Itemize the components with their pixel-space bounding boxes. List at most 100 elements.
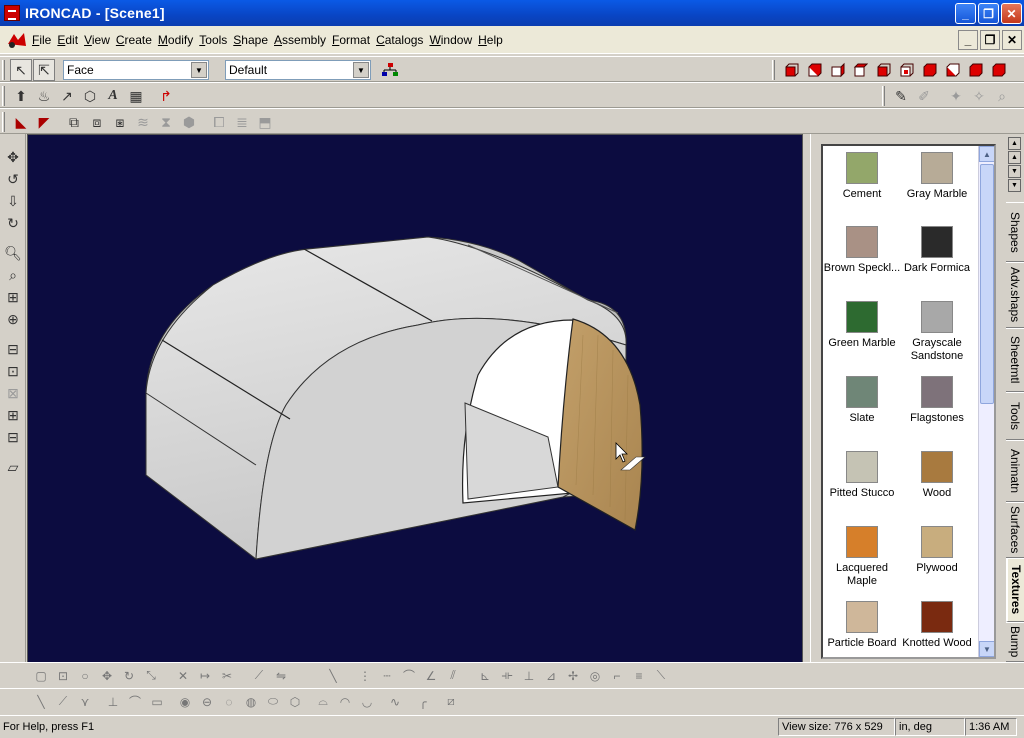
text-icon[interactable]: A [102, 85, 124, 107]
camera-restore-icon[interactable]: ⊟ [1, 426, 25, 448]
teardrop-trailer-model[interactable] [28, 135, 803, 663]
sketch-offset-icon[interactable]: ⟋ [248, 666, 270, 686]
mdi-minimize-button[interactable]: _ [958, 30, 978, 50]
sketch-circle-icon[interactable]: ○ [74, 666, 96, 686]
texture-item[interactable]: Wood [897, 451, 977, 500]
camera-save-icon[interactable]: ⊞ [1, 404, 25, 426]
spin-icon[interactable]: ♨ [33, 85, 55, 107]
menu-assembly[interactable]: Assembly [274, 33, 332, 47]
menu-create[interactable]: Create [116, 33, 158, 47]
sketch-mirror-icon[interactable]: ⇋ [270, 666, 292, 686]
boolean-icon[interactable]: ⬒ [254, 111, 276, 133]
draw-polygon-icon[interactable]: ⬡ [284, 692, 306, 712]
sketch-trim-icon[interactable]: ✂ [216, 666, 238, 686]
view-front-icon[interactable] [780, 59, 802, 81]
draw-arc-3pt-icon[interactable]: ◡ [356, 692, 378, 712]
sketch-tangent-icon[interactable]: ⌒ [398, 666, 420, 686]
select-part-icon[interactable]: ⇱ [33, 59, 55, 81]
draw-rectangle-icon[interactable]: ▭ [146, 692, 168, 712]
draw-circle-2pt-icon[interactable]: ⊖ [196, 692, 218, 712]
sketch-vdim-icon[interactable]: ⊥ [518, 666, 540, 686]
ironcad-app-icon[interactable] [4, 5, 20, 21]
draw-angle-line-icon[interactable]: ⋎ [74, 692, 96, 712]
loft-icon[interactable]: ⬡ [79, 85, 101, 107]
sketch-rect-icon[interactable]: ⊡ [52, 666, 74, 686]
texture-item[interactable]: Brown Speckl... [823, 226, 902, 275]
deform-icon[interactable]: ⬢ [178, 111, 200, 133]
sketch-dim-icon[interactable]: ⊾ [474, 666, 496, 686]
draw-arc-icon[interactable]: ⌓ [312, 692, 334, 712]
menu-modify[interactable]: Modify [158, 33, 199, 47]
chevron-down-icon[interactable]: ▼ [353, 62, 369, 78]
draw-circle-tangent-icon[interactable]: ◍ [240, 692, 262, 712]
menu-window[interactable]: Window [429, 33, 478, 47]
eyedropper-icon[interactable]: ✎ [890, 85, 912, 107]
chamfer-icon[interactable]: ◤ [33, 111, 55, 133]
draw-line-icon[interactable]: ╲ [30, 692, 52, 712]
move-view-icon[interactable]: ⇩ [1, 190, 25, 212]
zoom-window-icon[interactable]: ⌕ [1, 264, 25, 286]
scene-viewport[interactable] [27, 134, 803, 663]
menu-help[interactable]: Help [478, 33, 509, 47]
sweep-icon[interactable]: ↗ [56, 85, 78, 107]
texture-item[interactable]: Cement [823, 152, 902, 201]
sketch-rotate-icon[interactable]: ↻ [118, 666, 140, 686]
scrollbar-thumb[interactable] [980, 164, 994, 404]
texture-item[interactable]: Pitted Stucco [823, 451, 902, 500]
sketch-delete-icon[interactable]: ✕ [172, 666, 194, 686]
draw-circle-3pt-icon[interactable]: ◌ [218, 692, 240, 712]
sketch-angle-icon[interactable]: ∠ [420, 666, 442, 686]
sketch-dash-icon[interactable]: ┄ [376, 666, 398, 686]
view-back-icon[interactable] [803, 59, 825, 81]
camera-icon[interactable]: ⌕ [991, 85, 1013, 107]
style-dropdown[interactable]: Default ▼ [225, 60, 371, 80]
face-draft-icon[interactable]: ⧆ [109, 111, 131, 133]
pattern-icon[interactable]: ⧠ [208, 111, 230, 133]
tab-textures[interactable]: Textures [1006, 558, 1024, 622]
texture-item[interactable]: Particle Board [823, 601, 902, 650]
document-icon[interactable] [6, 30, 28, 50]
sketch-slant-icon[interactable]: ⟍ [650, 666, 672, 686]
orbit-icon[interactable]: ↺ [1, 168, 25, 190]
texture-catalog-list[interactable]: Cement Gray Marble Brown Speckl... Dark For… [821, 144, 996, 659]
tab-scroll-last-icon[interactable]: ▼ [1008, 179, 1021, 192]
menu-shape[interactable]: Shape [233, 33, 274, 47]
paint-brush-icon[interactable]: ✐ [913, 85, 935, 107]
texture-item[interactable]: Flagstones [897, 376, 977, 425]
tab-tools[interactable]: Tools [1006, 392, 1024, 440]
camera-position-icon[interactable]: ⊡ [1, 360, 25, 382]
view-bottom-icon[interactable] [895, 59, 917, 81]
menu-format[interactable]: Format [332, 33, 376, 47]
tab-animation[interactable]: Animatn [1006, 440, 1024, 502]
menu-edit[interactable]: Edit [57, 33, 84, 47]
menu-tools[interactable]: Tools [199, 33, 233, 47]
draw-fillet-icon[interactable]: ╭ [412, 692, 434, 712]
light-icon[interactable]: ✦ [945, 85, 967, 107]
view-top-icon[interactable] [872, 59, 894, 81]
sketch-target-icon[interactable]: ◎ [584, 666, 606, 686]
restore-button[interactable]: ❐ [978, 3, 999, 24]
spotlight-icon[interactable]: ✧ [968, 85, 990, 107]
view-right-icon[interactable] [849, 59, 871, 81]
camera-lock-icon[interactable]: ⊠ [1, 382, 25, 404]
tab-surfaces[interactable]: Surfaces [1006, 502, 1024, 558]
fit-view-icon[interactable]: ⊞ [1, 286, 25, 308]
pan-icon[interactable]: ✥ [1, 146, 25, 168]
minimize-button[interactable]: _ [955, 3, 976, 24]
texture-item[interactable]: Gray Marble [897, 152, 977, 201]
display-mode-icon[interactable]: ▱ [1, 456, 25, 478]
draw-arc-tangent-icon[interactable]: ◠ [334, 692, 356, 712]
texture-item[interactable]: Dark Formica [897, 226, 977, 275]
draw-circle-center-icon[interactable]: ◉ [174, 692, 196, 712]
view-iso-icon[interactable] [918, 59, 940, 81]
draw-perpendicular-icon[interactable]: ⊥ [102, 692, 124, 712]
view-normal-icon[interactable] [987, 59, 1009, 81]
image-icon[interactable]: ▦ [125, 85, 147, 107]
selection-mode-dropdown[interactable]: Face ▼ [63, 60, 209, 80]
sketch-hdim-icon[interactable]: ⟛ [496, 666, 518, 686]
face-offset-icon[interactable]: ⧗ [155, 111, 177, 133]
mdi-close-button[interactable]: ✕ [1002, 30, 1022, 50]
tab-scroll-first-icon[interactable]: ▲ [1008, 137, 1021, 150]
select-arrow-icon[interactable]: ↖ [10, 59, 32, 81]
scene-browser-icon[interactable] [379, 59, 401, 81]
